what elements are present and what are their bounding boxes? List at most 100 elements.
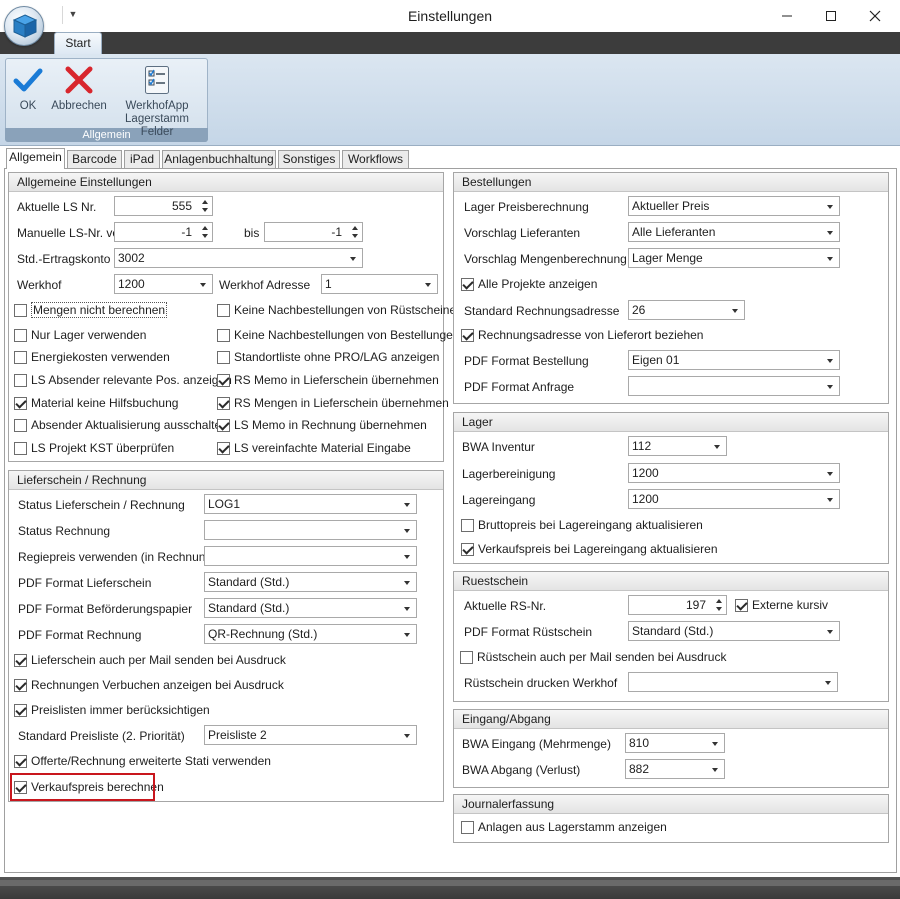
ls-nr-input[interactable]: 555	[114, 196, 213, 216]
check-pricelists[interactable]: Preislisten immer berücksichtigen	[14, 702, 210, 718]
manual-from-value: -1	[181, 225, 192, 239]
check-rs-memo[interactable]: RS Memo in Lieferschein übernehmen	[217, 372, 439, 388]
checkbox[interactable]	[14, 303, 27, 317]
check-label: LS Projekt KST überprüfen	[31, 441, 175, 455]
checkbox[interactable]	[217, 373, 230, 387]
checkbox[interactable]	[217, 441, 230, 455]
checkbox[interactable]	[461, 542, 474, 556]
checkbox[interactable]	[461, 518, 474, 532]
check-invoice-book[interactable]: Rechnungen Verbuchen anzeigen bei Ausdru…	[14, 677, 284, 693]
werkhof-address-select[interactable]: 1	[321, 274, 438, 294]
ok-button[interactable]: OK	[10, 62, 46, 113]
supplier-select[interactable]: Alle Lieferanten	[628, 222, 840, 242]
check-rs-mengen[interactable]: RS Mengen in Lieferschein übernehmen	[217, 395, 449, 411]
checkbox[interactable]	[461, 820, 474, 834]
checkbox[interactable]	[14, 328, 27, 342]
checkbox[interactable]	[14, 703, 27, 717]
checkbox[interactable]	[14, 350, 27, 364]
spin-icon[interactable]	[201, 199, 209, 213]
check-rs-mail[interactable]: Rüstschein auch per Mail senden bei Ausd…	[460, 649, 726, 665]
check-absender-aktualisierung[interactable]: Absender Aktualisierung ausschalten	[14, 417, 228, 433]
checkbox[interactable]	[14, 678, 27, 692]
manual-to-input[interactable]: -1	[264, 222, 363, 242]
werkhofapp-fields-button[interactable]: WerkhofApp Lagerstamm Felder	[108, 62, 206, 139]
check-keine-nachbestellung-rs[interactable]: Keine Nachbestellungen von Rüstscheinen	[217, 302, 463, 318]
check-nur-lager[interactable]: Nur Lager verwenden	[14, 327, 146, 343]
check-material-keine-hilfsbuchung[interactable]: Material keine Hilfsbuchung	[14, 395, 178, 411]
checkbox[interactable]	[14, 653, 27, 667]
bwa-in-select[interactable]: 810	[625, 733, 725, 753]
check-ls-projekt-kst[interactable]: LS Projekt KST überprüfen	[14, 440, 174, 456]
checkbox[interactable]	[217, 418, 230, 432]
bwa-inventory-select[interactable]: 112	[628, 436, 727, 456]
tab-workflows[interactable]: Workflows	[342, 150, 409, 168]
tab-ipad[interactable]: iPad	[124, 150, 160, 168]
werkhof-select[interactable]: 1200	[114, 274, 213, 294]
checkbox[interactable]	[14, 754, 27, 768]
checkbox[interactable]	[217, 303, 230, 317]
check-energiekosten[interactable]: Energiekosten verwenden	[14, 349, 170, 365]
checkbox[interactable]	[14, 441, 27, 455]
rs-nr-input[interactable]: 197	[628, 595, 727, 615]
pricelist-select[interactable]: Preisliste 2	[204, 725, 417, 745]
spin-icon[interactable]	[715, 598, 723, 612]
ls-nr-label: Aktuelle LS Nr.	[17, 200, 97, 214]
check-mengen-nicht-berechnen[interactable]: Mengen nicht berechnen	[14, 302, 168, 318]
pdf-order-select[interactable]: Eigen 01	[628, 350, 840, 370]
stock-clean-select[interactable]: 1200	[628, 463, 840, 483]
checkbox[interactable]	[14, 418, 27, 432]
check-all-projects[interactable]: Alle Projekte anzeigen	[461, 276, 597, 292]
status-invoice-select[interactable]	[204, 520, 417, 540]
checkbox[interactable]	[217, 396, 230, 410]
checkbox[interactable]	[14, 373, 27, 387]
minimize-button[interactable]	[764, 0, 810, 32]
check-sale-price-stock[interactable]: Verkaufspreis bei Lagereingang aktualisi…	[461, 541, 718, 557]
spin-icon[interactable]	[201, 225, 209, 239]
qty-calc-select[interactable]: Lager Menge	[628, 248, 840, 268]
checkbox[interactable]	[460, 650, 473, 664]
rs-print-select[interactable]	[628, 672, 838, 692]
check-gross-price[interactable]: Bruttopreis bei Lagereingang aktualisier…	[461, 517, 703, 533]
close-button[interactable]	[852, 0, 898, 32]
maximize-button[interactable]	[808, 0, 854, 32]
billing-address-select[interactable]: 26	[628, 300, 745, 320]
check-standortliste[interactable]: Standortliste ohne PRO/LAG anzeigen	[217, 349, 439, 365]
spin-icon[interactable]	[351, 225, 359, 239]
check-ls-memo[interactable]: LS Memo in Rechnung übernehmen	[217, 417, 427, 433]
pdf-invoice-select[interactable]: QR-Rechnung (Std.)	[204, 624, 417, 644]
tab-anlagenbuchhaltung[interactable]: Anlagenbuchhaltung	[162, 150, 276, 168]
tab-barcode[interactable]: Barcode	[67, 150, 122, 168]
pdf-transport-select[interactable]: Standard (Std.)	[204, 598, 417, 618]
pdf-delivery-select[interactable]: Standard (Std.)	[204, 572, 417, 592]
checkbox[interactable]	[217, 350, 230, 364]
checkbox[interactable]	[14, 396, 27, 410]
tab-sonstiges[interactable]: Sonstiges	[278, 150, 340, 168]
pdf-request-select[interactable]	[628, 376, 840, 396]
check-ls-vereinfachte[interactable]: LS vereinfachte Material Eingabe	[217, 440, 411, 456]
regiepreis-select[interactable]	[204, 546, 417, 566]
checkbox[interactable]	[217, 328, 230, 342]
account-select[interactable]: 3002	[114, 248, 363, 268]
app-logo-icon[interactable]	[4, 6, 44, 46]
check-label: Rüstschein auch per Mail senden bei Ausd…	[477, 650, 727, 664]
checkbox[interactable]	[461, 328, 474, 342]
check-keine-nachbestellung-best[interactable]: Keine Nachbestellungen von Bestellungen	[217, 327, 460, 343]
price-calc-select[interactable]: Aktueller Preis	[628, 196, 840, 216]
stock-in-select[interactable]: 1200	[628, 489, 840, 509]
manual-from-input[interactable]: -1	[114, 222, 213, 242]
check-assets-from-stock[interactable]: Anlagen aus Lagerstamm anzeigen	[461, 819, 667, 835]
ribbon-tab-start[interactable]: Start	[54, 32, 102, 54]
bwa-out-select[interactable]: 882	[625, 759, 725, 779]
status-delivery-select[interactable]: LOG1	[204, 494, 417, 514]
check-delivery-mail[interactable]: Lieferschein auch per Mail senden bei Au…	[14, 652, 286, 668]
checkbox[interactable]	[461, 277, 474, 291]
checkbox[interactable]	[735, 598, 748, 612]
manual-to-value: -1	[331, 225, 342, 239]
check-billing-from-supplier[interactable]: Rechnungsadresse von Lieferort beziehen	[461, 327, 703, 343]
cancel-button[interactable]: Abbrechen	[50, 62, 108, 113]
tab-allgemein[interactable]: Allgemein	[6, 148, 65, 169]
check-ls-absender[interactable]: LS Absender relevante Pos. anzeigen	[14, 372, 232, 388]
check-offer-status[interactable]: Offerte/Rechnung erweiterte Stati verwen…	[14, 753, 271, 769]
rs-pdf-select[interactable]: Standard (Std.)	[628, 621, 840, 641]
check-external-italic[interactable]: Externe kursiv	[735, 597, 828, 613]
